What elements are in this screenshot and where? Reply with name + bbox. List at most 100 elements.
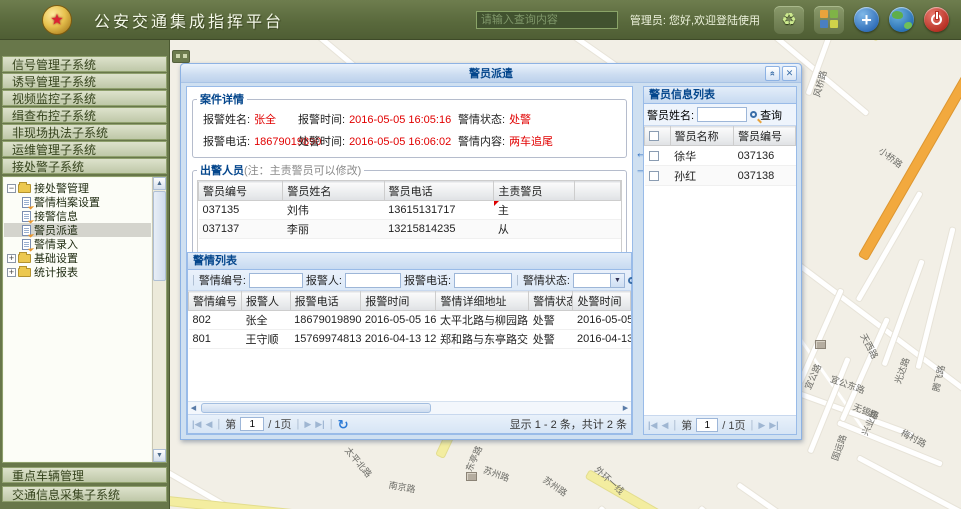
- primary-officer-cell[interactable]: 主: [494, 201, 574, 220]
- phone-input[interactable]: [454, 273, 512, 288]
- map-toolbar-toggle-icon[interactable]: [172, 50, 190, 63]
- expand-plus-icon[interactable]: +: [7, 268, 16, 277]
- col-header-sorted[interactable]: 警情编号 ▼: [189, 292, 242, 311]
- col-header[interactable]: 处警时间: [573, 292, 631, 311]
- tree-node-archive[interactable]: 警情档案设置: [4, 195, 151, 209]
- case-details-legend: 案件详情: [197, 91, 247, 107]
- road-label: 太平北路: [342, 444, 375, 480]
- refresh-icon[interactable]: ↻: [338, 418, 349, 431]
- table-row[interactable]: 徐华 037136: [645, 146, 796, 166]
- map-road: [170, 497, 651, 509]
- scroll-down-icon[interactable]: ▼: [153, 449, 166, 462]
- col-header[interactable]: 警员电话: [384, 182, 494, 201]
- first-page-icon[interactable]: |◀: [192, 419, 201, 430]
- tree-node-alarm-entry[interactable]: 警情录入: [4, 237, 151, 251]
- tree-node-basic-settings[interactable]: + 基础设置: [4, 251, 151, 265]
- globe-icon[interactable]: [889, 7, 914, 32]
- select-all-header[interactable]: [645, 127, 671, 146]
- dispatch-tree-panel: − 接处警管理 警情档案设置 接警信息 警员派遣 警情录入 +: [2, 176, 167, 463]
- tree-node-root[interactable]: − 接处警管理: [4, 181, 151, 195]
- col-header[interactable]: 警员姓名: [283, 182, 384, 201]
- collapse-icon: «: [766, 71, 779, 76]
- sidebar-item-guidance[interactable]: 诱导管理子系统: [2, 73, 167, 89]
- next-page-icon[interactable]: ▶: [304, 419, 311, 430]
- alarm-filter-toolbar: | 警情编号: 报警人: 报警电话: | 警情状态: ▼ 查询: [188, 270, 631, 291]
- scroll-right-icon[interactable]: ▶: [620, 403, 631, 414]
- table-row[interactable]: 037137 李丽 13215814235 从: [199, 220, 621, 239]
- sidebar-item-video[interactable]: 视频监控子系统: [2, 90, 167, 106]
- table-row[interactable]: 孙红 037138: [645, 166, 796, 186]
- expand-plus-icon[interactable]: +: [7, 254, 16, 263]
- col-header[interactable]: 主责警员: [494, 182, 574, 201]
- refresh-recycle-button[interactable]: ♻: [774, 6, 804, 34]
- alarm-id-input[interactable]: [249, 273, 303, 288]
- field-value: 处警: [509, 114, 531, 126]
- sidebar-item-ops[interactable]: 运维管理子系统: [2, 141, 167, 157]
- checkbox-icon[interactable]: [649, 131, 659, 141]
- col-header[interactable]: 警员编号: [734, 127, 796, 146]
- officer-dispatch-window: 警员派遣 « ✕ 案件详情 报警姓名:张全 报警时间:2016-05-05 16…: [180, 63, 802, 440]
- page-number-input[interactable]: [240, 417, 264, 431]
- sidebar-item-signal[interactable]: 信号管理子系统: [2, 56, 167, 72]
- tree-scrollbar[interactable]: ▲ ▼: [152, 177, 166, 462]
- col-header[interactable]: 警员名称: [670, 127, 733, 146]
- table-row[interactable]: 802 张全 18679019890 2016-05-05 16:... 太平北…: [189, 311, 631, 330]
- checkbox-icon[interactable]: [649, 171, 659, 181]
- scrollbar-thumb[interactable]: [201, 403, 431, 413]
- field-label: 处警时间:: [298, 136, 345, 148]
- sidebar-item-patrol[interactable]: 缉查布控子系统: [2, 107, 167, 123]
- sidebar-item-key-vehicles[interactable]: 重点车辆管理: [2, 467, 167, 483]
- col-header[interactable]: 报警人: [242, 292, 291, 311]
- officer-table: 警员名称 警员编号 徐华 037136 孙红 037138: [644, 126, 796, 186]
- tree-node-alarm-info[interactable]: 接警信息: [4, 209, 151, 223]
- primary-officer-cell[interactable]: 从: [494, 220, 574, 239]
- table-row[interactable]: 037135 刘伟 13615131717 主: [199, 201, 621, 220]
- tree-node-officer-dispatch[interactable]: 警员派遣: [4, 223, 151, 237]
- window-titlebar[interactable]: 警员派遣 « ✕: [181, 64, 801, 83]
- prev-page-icon[interactable]: ◀: [205, 419, 212, 430]
- caller-input[interactable]: [345, 273, 401, 288]
- last-page-icon[interactable]: ▶|: [769, 420, 778, 431]
- officer-search-button[interactable]: 查询: [760, 107, 782, 123]
- officer-pagination-bar: |◀ ◀ | 第 / 1页 | ▶ ▶|: [644, 415, 796, 434]
- collapse-minus-icon[interactable]: −: [7, 184, 16, 193]
- col-header[interactable]: [574, 182, 620, 201]
- sidebar-item-offsite[interactable]: 非现场执法子系统: [2, 124, 167, 140]
- prev-page-icon[interactable]: ◀: [661, 420, 668, 431]
- first-page-icon[interactable]: |◀: [648, 420, 657, 431]
- road-label: 苏州路: [482, 463, 512, 484]
- collapse-button[interactable]: «: [765, 66, 780, 81]
- case-details-fieldset: 案件详情 报警姓名:张全 报警时间:2016-05-05 16:05:16 警情…: [192, 91, 627, 158]
- scrollbar-thumb[interactable]: [153, 191, 166, 281]
- col-header[interactable]: 警情详细地址: [436, 292, 529, 311]
- dispatch-center-panel: 案件详情 报警姓名:张全 报警时间:2016-05-05 16:05:16 警情…: [186, 86, 633, 435]
- page-number-input[interactable]: [696, 418, 718, 432]
- add-button[interactable]: +: [854, 7, 879, 32]
- tree-node-statistics[interactable]: + 统计报表: [4, 265, 151, 279]
- field-label: 报警电话:: [203, 136, 250, 148]
- app-grid-button[interactable]: [814, 6, 844, 34]
- horizontal-scrollbar[interactable]: ◀ ▶: [188, 401, 631, 414]
- road-label: 苏州路: [541, 473, 571, 499]
- checkbox-icon[interactable]: [649, 151, 659, 161]
- sidebar-item-dispatch[interactable]: 接处警子系统: [2, 158, 167, 174]
- table-row[interactable]: 801 王守顺 15769974813 2016-04-13 12:... 郑和…: [189, 330, 631, 349]
- next-page-icon[interactable]: ▶: [758, 420, 765, 431]
- scroll-up-icon[interactable]: ▲: [153, 177, 166, 190]
- last-page-icon[interactable]: ▶|: [315, 419, 324, 430]
- col-header[interactable]: 报警时间: [361, 292, 436, 311]
- col-header[interactable]: 警员编号: [199, 182, 283, 201]
- col-header[interactable]: 报警电话: [290, 292, 361, 311]
- logout-power-button[interactable]: [924, 7, 949, 32]
- sidebar-item-traffic-info[interactable]: 交通信息采集子系统: [2, 486, 167, 502]
- global-search-input[interactable]: [476, 11, 618, 29]
- close-button[interactable]: ✕: [782, 66, 797, 81]
- officer-name-label: 警员姓名:: [647, 107, 694, 123]
- scroll-left-icon[interactable]: ◀: [188, 403, 199, 414]
- status-select[interactable]: ▼: [573, 273, 625, 288]
- col-header[interactable]: 警情状态: [529, 292, 573, 311]
- officer-name-input[interactable]: [697, 107, 747, 122]
- filter-label: 警情状态:: [523, 272, 570, 288]
- map-road: [859, 66, 961, 259]
- sidebar: 信号管理子系统 诱导管理子系统 视频监控子系统 缉查布控子系统 非现场执法子系统…: [0, 40, 170, 509]
